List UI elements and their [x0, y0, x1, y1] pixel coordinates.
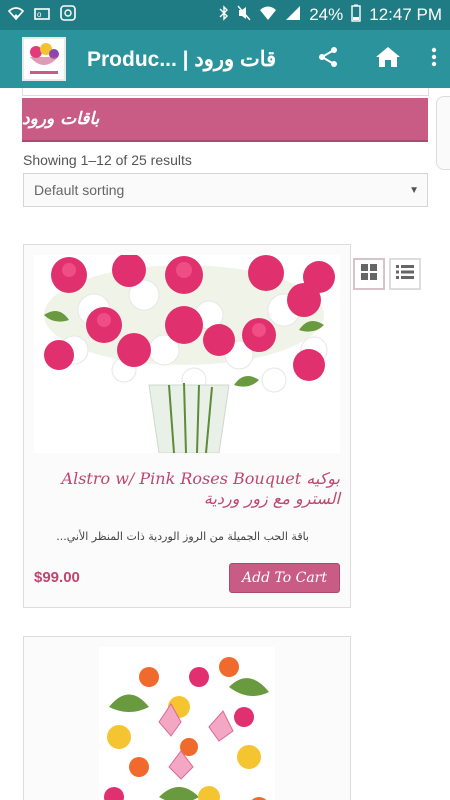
results-count: Showing 1–12 of 25 results — [23, 152, 192, 168]
share-button[interactable] — [298, 30, 358, 88]
page-content[interactable]: باقات ورود Showing 1–12 of 25 results De… — [0, 88, 450, 800]
mute-icon — [237, 5, 251, 26]
share-icon — [316, 45, 340, 73]
outlook-icon: o — [34, 6, 50, 25]
grid-view-button[interactable] — [353, 258, 385, 290]
svg-text:o: o — [37, 10, 42, 19]
bluetooth-icon — [219, 4, 229, 26]
product-price: $99.00 — [34, 569, 80, 586]
app-logo[interactable] — [22, 37, 66, 81]
battery-icon — [351, 4, 361, 27]
grid-icon — [360, 263, 378, 285]
product-card[interactable] — [23, 636, 351, 800]
list-icon — [395, 264, 415, 284]
home-icon — [375, 45, 401, 73]
product-image[interactable] — [99, 647, 275, 800]
status-bar: o 24% 12:47 PM — [0, 0, 450, 30]
product-description: ...باقة الحب الجميلة من الروز الوردية ذا… — [56, 530, 309, 543]
sort-select[interactable]: Default sorting ▼ — [23, 173, 428, 207]
app-title: Produc... | باقات ورود — [87, 47, 277, 71]
side-drawer-handle[interactable] — [436, 96, 450, 170]
vpn-icon — [60, 5, 76, 25]
chevron-down-icon: ▼ — [409, 185, 419, 196]
view-toggle — [353, 258, 421, 290]
product-title[interactable]: بوكيه Alstro w/ Pink Roses Bouquet الستر… — [34, 469, 340, 509]
category-title: باقات ورود — [22, 98, 428, 142]
product-image[interactable] — [34, 255, 340, 453]
wifi-icon — [7, 6, 25, 25]
battery-percent: 24% — [309, 5, 344, 24]
more-vert-icon — [431, 47, 437, 71]
product-card[interactable]: بوكيه Alstro w/ Pink Roses Bouquet الستر… — [23, 244, 351, 608]
wifi-signal-icon — [259, 5, 277, 26]
sort-selected-value: Default sorting — [34, 182, 125, 198]
previous-block-edge — [22, 88, 429, 96]
app-bar: Produc... | باقات ورود — [0, 30, 450, 88]
cell-signal-icon — [285, 5, 301, 26]
home-button[interactable] — [358, 30, 418, 88]
list-view-button[interactable] — [389, 258, 421, 290]
clock: 12:47 PM — [369, 5, 442, 24]
more-options-button[interactable] — [418, 30, 450, 88]
add-to-cart-button[interactable]: Add To Cart — [229, 563, 340, 593]
